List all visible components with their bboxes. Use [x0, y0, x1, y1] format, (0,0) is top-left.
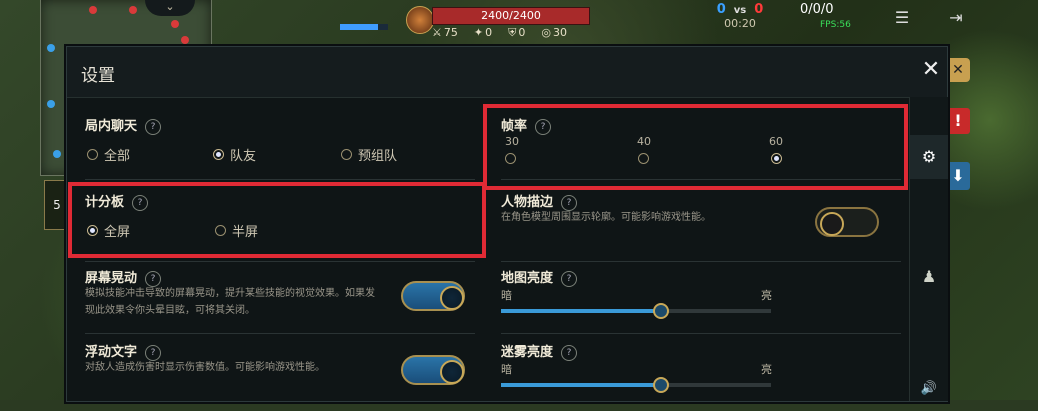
- radio-icon: [638, 153, 649, 164]
- setting-map-brightness: 地图亮度? 暗 亮: [501, 267, 901, 334]
- framerate-tick: 40: [637, 135, 651, 148]
- settings-dialog: 设置 ✕ 局内聊天? 全部 队友 预组队 帧率? 30 40 60 计分板? 全…: [66, 46, 948, 402]
- radio-icon: [505, 153, 516, 164]
- setting-label: 人物描边?: [501, 191, 578, 211]
- setting-floating-text: 浮动文字? 对敌人造成伤害时显示伤害数值。可能影响游戏性能。: [85, 341, 475, 401]
- mr-icon: ◎ 30: [541, 26, 567, 39]
- help-icon[interactable]: ?: [561, 344, 578, 361]
- toggle-knob: [820, 212, 844, 236]
- hp-bar: 2400/2400: [432, 7, 590, 25]
- dialog-header: 设置 ✕: [67, 47, 947, 98]
- setting-label: 帧率?: [501, 115, 552, 135]
- setting-label: 计分板?: [85, 191, 149, 211]
- radio-chat-premade[interactable]: 预组队: [341, 145, 397, 164]
- setting-label: 屏幕晃动?: [85, 267, 162, 287]
- setting-description: 对敌人造成伤害时显示伤害数值。可能影响游戏性能。: [85, 362, 325, 373]
- joystick-icon[interactable]: ♟: [910, 255, 948, 299]
- settings-content: 局内聊天? 全部 队友 预组队 帧率? 30 40 60 计分板? 全屏 半屏 …: [67, 97, 909, 401]
- radio-icon: [215, 225, 226, 236]
- blue-tower-icon: [47, 44, 55, 52]
- score-vs: vs: [733, 5, 747, 16]
- sound-icon[interactable]: 🔊: [910, 367, 948, 411]
- mana-bar: [340, 24, 388, 30]
- fog-brightness-slider-fill: [501, 383, 661, 387]
- radio-framerate-40[interactable]: [638, 153, 649, 164]
- screen-shake-toggle[interactable]: [401, 281, 465, 311]
- help-icon[interactable]: ?: [145, 118, 162, 135]
- blue-score: 0: [716, 2, 726, 17]
- slider-max-label: 亮: [761, 363, 772, 376]
- radio-scoreboard-half[interactable]: 半屏: [215, 221, 258, 240]
- radio-chat-team[interactable]: 队友: [213, 145, 256, 164]
- setting-description: 模拟技能冲击导致的屏幕晃动，提升某些技能的视觉效果。如果发 现此效果令你头晕目眩…: [85, 288, 375, 316]
- floating-text-toggle[interactable]: [401, 355, 465, 385]
- shop-icon[interactable]: ✕: [946, 58, 970, 82]
- slider-min-label: 暗: [501, 289, 512, 302]
- radio-framerate-60[interactable]: [771, 153, 782, 164]
- outline-toggle[interactable]: [815, 207, 879, 237]
- setting-label: 局内聊天?: [85, 115, 162, 135]
- setting-chat: 局内聊天? 全部 队友 预组队: [85, 115, 475, 180]
- close-icon[interactable]: ✕: [920, 59, 942, 81]
- framerate-tick: 30: [505, 135, 519, 148]
- help-icon[interactable]: ?: [132, 194, 149, 211]
- slider-min-label: 暗: [501, 363, 512, 376]
- red-tower-icon: [181, 36, 189, 44]
- setting-screen-shake: 屏幕晃动? 模拟技能冲击导致的屏幕晃动，提升某些技能的视觉效果。如果发 现此效果…: [85, 267, 475, 334]
- radio-scoreboard-full[interactable]: 全屏: [87, 221, 130, 240]
- slider-max-label: 亮: [761, 289, 772, 302]
- recall-down-icon[interactable]: ⬇: [946, 162, 970, 190]
- radio-icon: [87, 225, 98, 236]
- setting-scoreboard: 计分板? 全屏 半屏: [85, 191, 475, 262]
- setting-description: 在角色模型周围显示轮廓。可能影响游戏性能。: [501, 212, 711, 223]
- blue-tower-icon: [53, 150, 61, 158]
- armor-icon: ⛨ 0: [508, 26, 526, 39]
- radio-icon: [213, 149, 224, 160]
- settings-side-tabs: ⚙ ♟ 🔊: [909, 97, 948, 401]
- fps-counter: FPS:56: [820, 20, 851, 30]
- red-tower-icon: [171, 20, 179, 28]
- setting-framerate: 帧率? 30 40 60: [501, 115, 901, 180]
- map-brightness-slider-handle[interactable]: [653, 303, 669, 319]
- toggle-knob: [440, 286, 464, 310]
- alert-icon[interactable]: !: [946, 108, 970, 134]
- kda-counter: 0/0/0: [800, 2, 834, 17]
- red-score: 0: [754, 2, 764, 17]
- attack-icon: ⚔ 75: [432, 26, 458, 39]
- blue-tower-icon: [47, 100, 55, 108]
- help-icon[interactable]: ?: [561, 270, 578, 287]
- setting-label: 地图亮度?: [501, 267, 578, 287]
- toggle-knob: [440, 360, 464, 384]
- help-icon[interactable]: ?: [535, 118, 552, 135]
- team-score: 0 vs 0 00:20: [700, 2, 780, 34]
- scoreboard-menu-icon[interactable]: ☰: [890, 8, 914, 28]
- red-tower-icon: [129, 6, 137, 14]
- exit-icon[interactable]: ⇥: [944, 8, 968, 28]
- framerate-tick: 60: [769, 135, 783, 148]
- setting-outline: 人物描边? 在角色模型周围显示轮廓。可能影响游戏性能。: [501, 191, 901, 262]
- setting-label: 浮动文字?: [85, 341, 162, 361]
- radio-icon: [87, 149, 98, 160]
- gear-icon[interactable]: ⚙: [910, 135, 948, 179]
- fog-brightness-slider-handle[interactable]: [653, 377, 669, 393]
- map-brightness-slider-fill: [501, 309, 661, 313]
- setting-fog-brightness: 迷雾亮度? 暗 亮: [501, 341, 901, 401]
- radio-framerate-30[interactable]: [505, 153, 516, 164]
- champion-stats: ⚔ 75 ✦ 0 ⛨ 0 ◎ 30: [432, 26, 567, 40]
- setting-label: 迷雾亮度?: [501, 341, 578, 361]
- game-timer: 00:20: [724, 17, 756, 30]
- red-tower-icon: [89, 6, 97, 14]
- radio-icon: [341, 149, 352, 160]
- radio-chat-all[interactable]: 全部: [87, 145, 130, 164]
- ap-icon: ✦ 0: [473, 26, 493, 39]
- radio-icon: [771, 153, 782, 164]
- champion-portrait[interactable]: [406, 6, 434, 34]
- dialog-title: 设置: [81, 66, 115, 86]
